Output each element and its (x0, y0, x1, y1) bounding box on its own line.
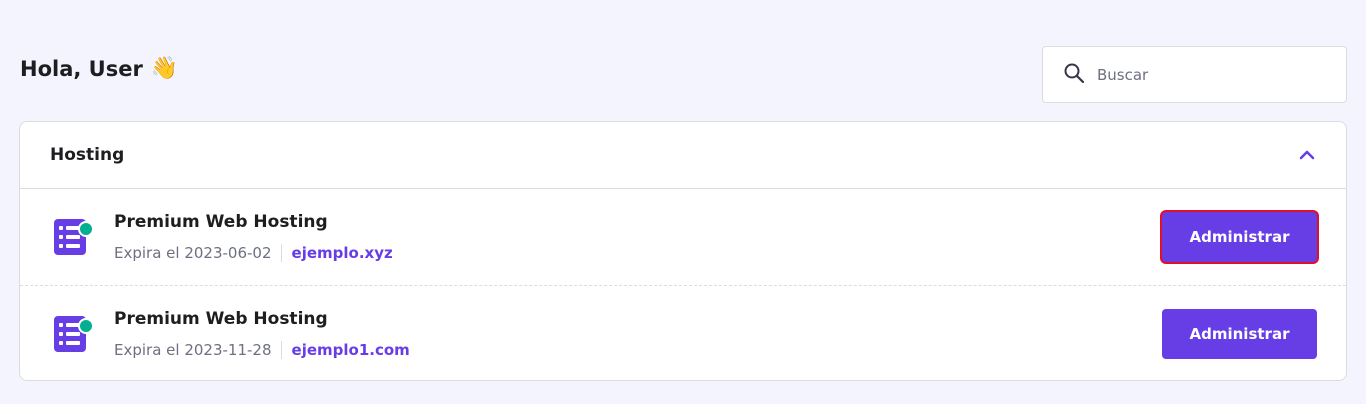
manage-button[interactable]: Administrar (1160, 210, 1319, 264)
service-domain-link[interactable]: ejemplo.xyz (282, 244, 393, 262)
service-row: Premium Web Hosting Expira el 2023-06-02… (20, 189, 1346, 285)
service-row: Premium Web Hosting Expira el 2023-11-28… (20, 285, 1346, 380)
greeting-text: Hola, User (20, 56, 143, 81)
search-icon (1063, 62, 1085, 88)
service-name: Premium Web Hosting (114, 308, 328, 329)
wave-emoji-icon: 👋 (150, 56, 179, 81)
service-domain-link[interactable]: ejemplo1.com (282, 341, 410, 359)
service-expiry: Expira el 2023-06-02 (114, 244, 282, 262)
search-box[interactable] (1042, 46, 1347, 103)
greeting-heading: Hola, User 👋 (20, 56, 178, 81)
hosting-server-icon (52, 215, 96, 259)
search-input[interactable] (1097, 65, 1317, 84)
service-name: Premium Web Hosting (114, 212, 328, 232)
chevron-up-icon[interactable] (1298, 146, 1316, 165)
hosting-section-header[interactable]: Hosting (20, 122, 1346, 189)
manage-button[interactable]: Administrar (1162, 308, 1317, 359)
section-title: Hosting (50, 145, 125, 165)
hosting-server-icon (52, 312, 96, 356)
hosting-section-card: Hosting Premium Web Hosting Expira el 20… (19, 121, 1347, 381)
service-expiry: Expira el 2023-11-28 (114, 340, 282, 359)
